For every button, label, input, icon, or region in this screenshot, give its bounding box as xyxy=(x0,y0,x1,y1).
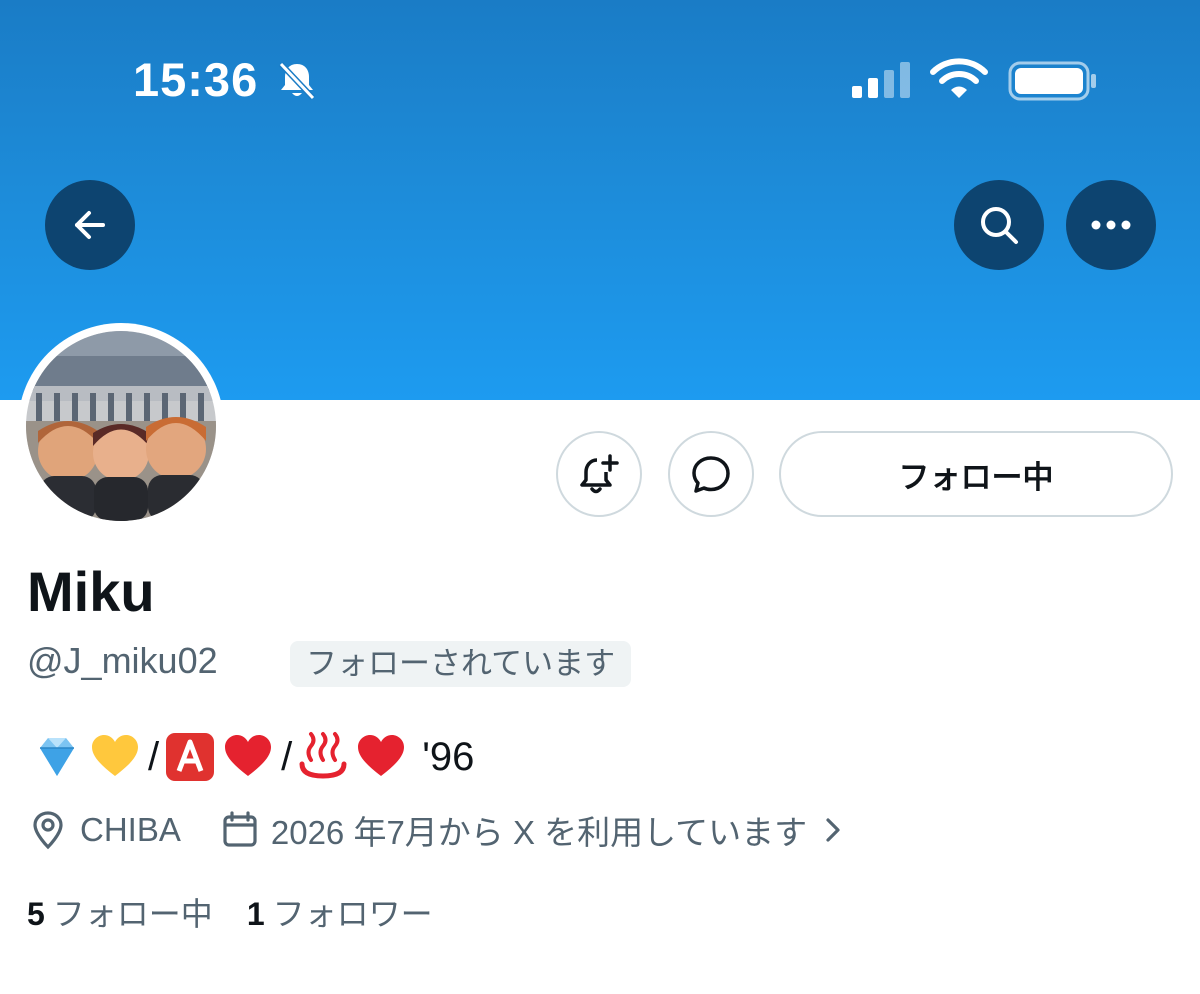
red-heart-emoji xyxy=(225,735,272,776)
more-button[interactable] xyxy=(1066,180,1156,270)
following-stat[interactable]: 5 フォロー中 xyxy=(27,889,213,935)
chevron-right-icon[interactable] xyxy=(821,815,845,845)
search-button[interactable] xyxy=(954,180,1044,270)
profile-meta: CHIBA 2026 年7月から X を利用しています xyxy=(30,807,845,853)
notify-button[interactable] xyxy=(556,431,642,517)
gem-emoji xyxy=(40,738,74,776)
yellow-heart-emoji xyxy=(92,735,138,776)
signal-icon xyxy=(852,62,910,98)
location-icon xyxy=(33,811,63,850)
hot-springs-emoji xyxy=(299,732,347,779)
more-horizontal-icon xyxy=(1091,220,1131,230)
calendar-icon xyxy=(223,811,257,847)
bell-slash-icon xyxy=(278,61,316,101)
followers-label: フォロワー xyxy=(272,896,433,932)
red-heart-emoji xyxy=(358,735,405,776)
bio-slash: / xyxy=(281,734,293,779)
bio-slash: / xyxy=(148,734,160,779)
bio: / / '96 xyxy=(30,729,474,785)
avatar-image xyxy=(26,331,216,521)
a-button-emoji xyxy=(166,733,215,781)
followers-stat[interactable]: 1 フォロワー xyxy=(247,889,433,935)
display-name: Miku xyxy=(27,560,155,623)
handle: @J_miku02 xyxy=(27,640,218,681)
search-icon xyxy=(981,207,1018,244)
message-icon xyxy=(692,456,730,493)
follows-you-badge: フォローされています xyxy=(290,641,632,687)
wifi-icon xyxy=(930,58,988,98)
status-time: 15:36 xyxy=(133,53,259,106)
location-text: CHIBA xyxy=(80,811,181,848)
follow-stats: 5 フォロー中 1 フォロワー xyxy=(27,889,433,935)
following-button[interactable]: フォロー中 xyxy=(779,431,1173,517)
followers-count: 1 xyxy=(246,896,265,932)
message-button[interactable] xyxy=(668,431,754,517)
following-count: 5 xyxy=(27,896,45,932)
joined-date-link[interactable]: 2026 年7月から X を利用しています xyxy=(271,806,807,854)
avatar[interactable] xyxy=(18,323,224,529)
arrow-left-icon xyxy=(75,211,105,239)
bell-plus-icon xyxy=(580,454,619,494)
battery-icon xyxy=(1008,61,1096,101)
following-label: フォロー中 xyxy=(52,896,213,932)
bio-text: '96 xyxy=(422,734,475,779)
back-button[interactable] xyxy=(45,180,135,270)
